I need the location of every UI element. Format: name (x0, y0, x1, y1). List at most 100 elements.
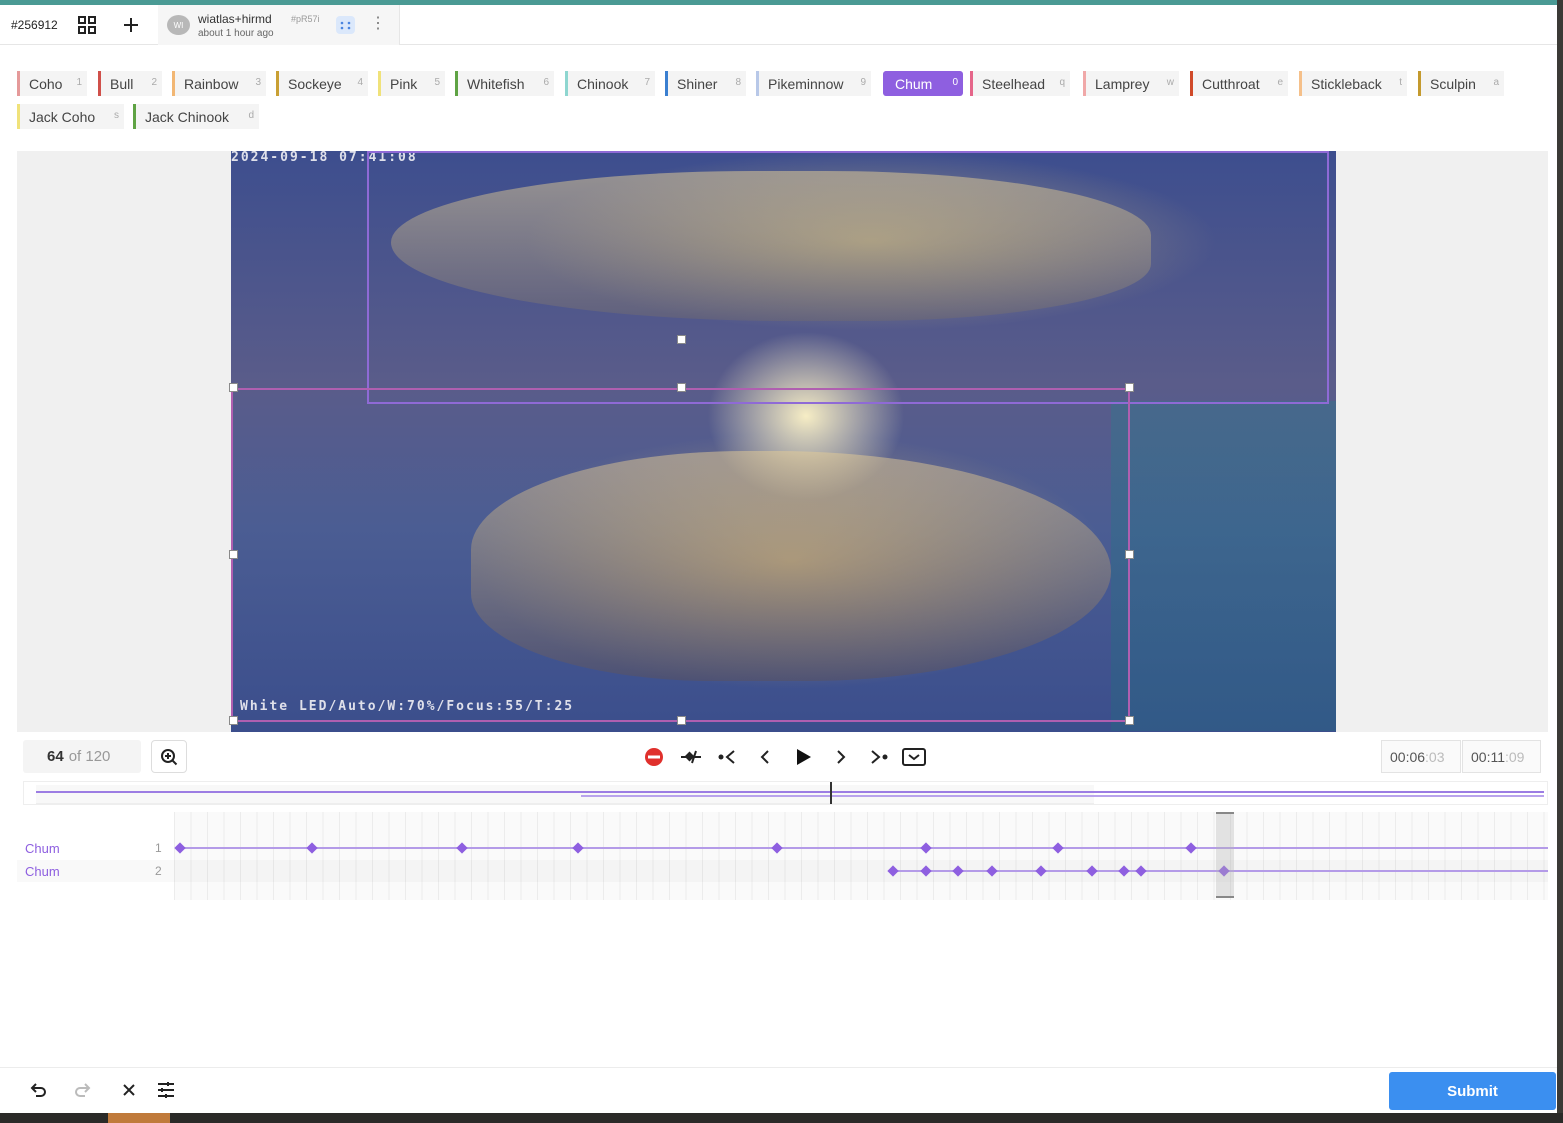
toggle-keyframe-icon[interactable] (678, 745, 704, 769)
label-chip-pikeminnow[interactable]: Pikeminnow 9 (756, 71, 871, 96)
tab-hash: #pR57i (291, 14, 320, 24)
window-top-stripe (0, 0, 1563, 5)
label-name: Whitefish (467, 75, 525, 92)
resize-handle[interactable] (677, 335, 686, 344)
frame-counter[interactable]: 64 of 120 (23, 740, 141, 773)
prev-keyframe-icon[interactable] (715, 745, 741, 769)
header-bar: #256912 WI wiatlas+hirmd #pR57i about 1 … (0, 5, 1560, 45)
label-chip-jack-coho[interactable]: Jack Coho s (17, 104, 124, 129)
label-chip-sockeye[interactable]: Sockeye 4 (276, 71, 368, 96)
zoom-in-icon (161, 748, 178, 765)
video-viewer[interactable]: 2024-09-18 07:41:08 White LED/Auto/W:70%… (17, 151, 1548, 732)
label-chip-coho[interactable]: Coho 1 (17, 71, 87, 96)
play-icon[interactable] (790, 745, 816, 769)
resize-handle[interactable] (677, 716, 686, 725)
resize-handle[interactable] (1125, 383, 1134, 392)
window-right-edge (1557, 0, 1563, 1123)
window-bottom-edge (0, 1113, 1563, 1123)
keyframe-marker[interactable] (920, 842, 932, 854)
resize-handle[interactable] (229, 716, 238, 725)
keyframe-marker[interactable] (1185, 842, 1197, 854)
more-vertical-icon[interactable]: ⋮ (370, 14, 386, 34)
label-hotkey: 1 (76, 77, 82, 88)
label-hotkey: 0 (952, 77, 958, 88)
prev-frame-icon[interactable] (752, 745, 778, 769)
track-timeline[interactable]: Chum 1 Chum 2 (17, 812, 1548, 900)
label-chip-shiner[interactable]: Shiner 8 (665, 71, 746, 96)
label-hotkey: d (248, 110, 254, 121)
label-name: Sockeye (288, 75, 342, 92)
track-row-1[interactable]: Chum 1 (17, 837, 1548, 859)
resize-handle[interactable] (229, 383, 238, 392)
seek-bar[interactable] (23, 781, 1548, 805)
bounding-box-2[interactable] (231, 388, 1130, 722)
label-chip-chum[interactable]: Chum 0 (883, 71, 963, 96)
label-name: Bull (110, 75, 134, 92)
bounding-box-1[interactable] (367, 151, 1329, 404)
label-name: Jack Chinook (145, 108, 230, 125)
label-hotkey: t (1399, 77, 1402, 88)
label-name: Pink (390, 75, 418, 92)
label-chip-whitefish[interactable]: Whitefish 6 (455, 71, 554, 96)
label-hotkey: 3 (255, 77, 261, 88)
label-chip-cutthroat[interactable]: Cutthroat e (1190, 71, 1288, 96)
label-chip-steelhead[interactable]: Steelhead q (970, 71, 1070, 96)
current-frame: 64 (47, 748, 64, 765)
keyframe-marker[interactable] (1086, 865, 1098, 877)
label-name: Pikeminnow (768, 75, 844, 92)
seek-cursor[interactable] (830, 782, 833, 804)
task-tab[interactable]: WI wiatlas+hirmd #pR57i about 1 hour ago… (158, 5, 400, 45)
tab-share-icon[interactable] (336, 16, 355, 34)
keyframe-marker[interactable] (986, 865, 998, 877)
keyframe-marker[interactable] (920, 865, 932, 877)
keyframe-marker[interactable] (952, 865, 964, 877)
label-chip-pink[interactable]: Pink 5 (378, 71, 445, 96)
plus-icon[interactable] (120, 14, 142, 36)
keyframe-marker[interactable] (1052, 842, 1064, 854)
track-label: Chum (25, 864, 60, 879)
timeline-playhead[interactable] (1216, 812, 1234, 898)
keyframe-marker[interactable] (1118, 865, 1130, 877)
resize-handle[interactable] (1125, 550, 1134, 559)
time-current-value: 00:06 (1390, 748, 1426, 765)
keyframe-marker[interactable] (1035, 865, 1047, 877)
close-icon[interactable] (117, 1078, 141, 1102)
label-chip-stickleback[interactable]: Stickleback t (1299, 71, 1407, 96)
keyframe-marker[interactable] (174, 842, 186, 854)
next-frame-icon[interactable] (828, 745, 854, 769)
label-chip-lamprey[interactable]: Lamprey w (1083, 71, 1179, 96)
label-hotkey: 2 (151, 77, 157, 88)
label-hotkey: s (114, 110, 119, 121)
undo-icon[interactable] (26, 1078, 50, 1102)
tab-time: about 1 hour ago (198, 28, 274, 39)
seek-track (36, 791, 1544, 793)
zoom-button[interactable] (151, 740, 187, 773)
keyframe-marker[interactable] (1135, 865, 1147, 877)
label-chip-sculpin[interactable]: Sculpin a (1418, 71, 1504, 96)
label-chip-bull[interactable]: Bull 2 (98, 71, 162, 96)
keyframe-marker[interactable] (456, 842, 468, 854)
stop-icon[interactable] (641, 745, 667, 769)
next-keyframe-icon[interactable] (865, 745, 891, 769)
track-row-2[interactable]: Chum 2 (17, 860, 1548, 882)
label-hotkey: 6 (543, 77, 549, 88)
submit-button[interactable]: Submit (1389, 1072, 1556, 1110)
task-id: #256912 (11, 18, 58, 32)
redo-icon[interactable] (71, 1078, 95, 1102)
grid-icon[interactable] (76, 14, 98, 36)
time-total: 00:11:09 (1462, 740, 1541, 773)
track-line (180, 847, 1548, 849)
settings-sliders-icon[interactable] (154, 1078, 178, 1102)
resize-handle[interactable] (677, 383, 686, 392)
label-chip-chinook[interactable]: Chinook 7 (565, 71, 655, 96)
resize-handle[interactable] (229, 550, 238, 559)
keyframe-marker[interactable] (887, 865, 899, 877)
interpolate-icon[interactable] (901, 745, 927, 769)
water-region (1111, 401, 1336, 731)
label-chip-jack-chinook[interactable]: Jack Chinook d (133, 104, 259, 129)
keyframe-marker[interactable] (771, 842, 783, 854)
resize-handle[interactable] (1125, 716, 1134, 725)
label-chip-rainbow[interactable]: Rainbow 3 (172, 71, 266, 96)
keyframe-marker[interactable] (306, 842, 318, 854)
keyframe-marker[interactable] (572, 842, 584, 854)
